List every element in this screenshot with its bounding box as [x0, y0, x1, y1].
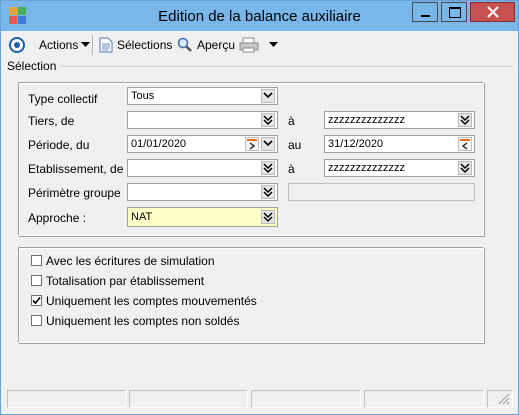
periode-label: Période, du	[28, 138, 90, 152]
actions-menu-button[interactable]: Actions	[39, 36, 91, 54]
calendar-icon[interactable]	[245, 137, 259, 151]
tiers-to-value: zzzzzzzzzzzzzz	[328, 114, 405, 126]
close-button[interactable]	[470, 2, 515, 22]
printer-icon	[239, 37, 259, 53]
option-checkbox-non-soldes[interactable]	[31, 315, 42, 326]
title-bar[interactable]: Edition de la balance auxiliaire	[1, 1, 518, 31]
actions-label: Actions	[39, 38, 79, 52]
periode-from-input[interactable]: 01/01/2020	[127, 135, 278, 153]
double-chevron-down-icon[interactable]	[261, 185, 275, 199]
close-icon	[487, 6, 499, 18]
etablissement-label: Etablissement, de	[28, 162, 124, 176]
approche-select[interactable]: NAT	[127, 207, 278, 227]
etablissement-sep-label: à	[288, 162, 295, 176]
magnifier-icon	[177, 37, 192, 52]
checkmark-icon	[32, 296, 41, 305]
etablissement-to-input[interactable]: zzzzzzzzzzzzzz	[324, 159, 475, 177]
print-button[interactable]	[239, 36, 278, 54]
status-panel-4	[364, 390, 484, 408]
approche-value: NAT	[131, 211, 153, 223]
periode-from-value: 01/01/2020	[131, 138, 187, 150]
target-button[interactable]	[9, 36, 25, 54]
periode-to-value: 31/12/2020	[328, 138, 384, 150]
minimize-button[interactable]	[412, 2, 438, 22]
document-icon	[99, 37, 113, 53]
tiers-label: Tiers, de	[28, 114, 75, 128]
dialog-window: Edition de la balance auxiliaire Actions	[0, 0, 519, 415]
selections-button[interactable]: Sélections	[99, 36, 172, 54]
maximize-icon	[449, 7, 461, 18]
option-checkbox-mouvementes[interactable]	[31, 295, 42, 306]
apercu-label: Aperçu	[197, 38, 236, 52]
resize-grip[interactable]	[487, 390, 513, 408]
tiers-sep-label: à	[288, 114, 295, 128]
double-chevron-down-icon[interactable]	[261, 210, 275, 224]
type-collectif-value: Tous	[131, 90, 155, 102]
double-chevron-down-icon[interactable]	[261, 161, 275, 175]
perimetre-extra-field	[288, 183, 475, 201]
etablissement-from-input[interactable]	[127, 159, 278, 177]
chevron-down-icon	[269, 42, 278, 47]
option-label-totalisation: Totalisation par établissement	[46, 274, 205, 288]
apercu-button[interactable]: Aperçu	[177, 36, 235, 54]
double-chevron-down-icon[interactable]	[458, 161, 472, 175]
perimetre-select[interactable]	[127, 183, 278, 201]
minimize-icon	[421, 15, 430, 17]
maximize-button[interactable]	[441, 2, 467, 22]
etablissement-to-value: zzzzzzzzzzzzzz	[328, 162, 405, 174]
toolbar: Actions Sélections Aperçu	[1, 32, 518, 58]
status-panel-1	[7, 390, 126, 408]
dropdown-icon[interactable]	[261, 137, 275, 151]
target-icon	[9, 37, 25, 53]
type-collectif-label: Type collectif	[28, 92, 98, 106]
option-label-non-soldes: Uniquement les comptes non soldés	[46, 314, 240, 328]
section-label: Sélection	[7, 59, 57, 73]
option-label-mouvementes: Uniquement les comptes mouvementés	[46, 294, 257, 308]
periode-sep-label: au	[288, 138, 302, 152]
option-label-simulation: Avec les écritures de simulation	[46, 254, 215, 268]
calendar-icon[interactable]	[458, 137, 472, 151]
option-checkbox-simulation[interactable]	[31, 255, 42, 266]
double-chevron-down-icon[interactable]	[261, 113, 275, 127]
tiers-from-input[interactable]	[127, 111, 278, 129]
option-checkbox-totalisation[interactable]	[31, 275, 42, 286]
perimetre-label: Périmètre groupe	[28, 186, 121, 200]
double-chevron-down-icon[interactable]	[458, 113, 472, 127]
tiers-to-input[interactable]: zzzzzzzzzzzzzz	[324, 111, 475, 129]
selections-label: Sélections	[117, 38, 173, 52]
type-collectif-select[interactable]: Tous	[127, 87, 278, 105]
periode-to-input[interactable]: 31/12/2020	[324, 135, 475, 153]
criteria-frame: Type collectif Tous Tiers, de à zzzzzzzz…	[18, 82, 484, 236]
chevron-down-icon	[81, 42, 91, 47]
status-panel-2	[129, 390, 248, 408]
approche-label: Approche :	[28, 211, 87, 225]
dropdown-icon[interactable]	[261, 89, 275, 103]
resize-grip-icon	[498, 393, 510, 405]
status-panel-3	[251, 390, 361, 408]
